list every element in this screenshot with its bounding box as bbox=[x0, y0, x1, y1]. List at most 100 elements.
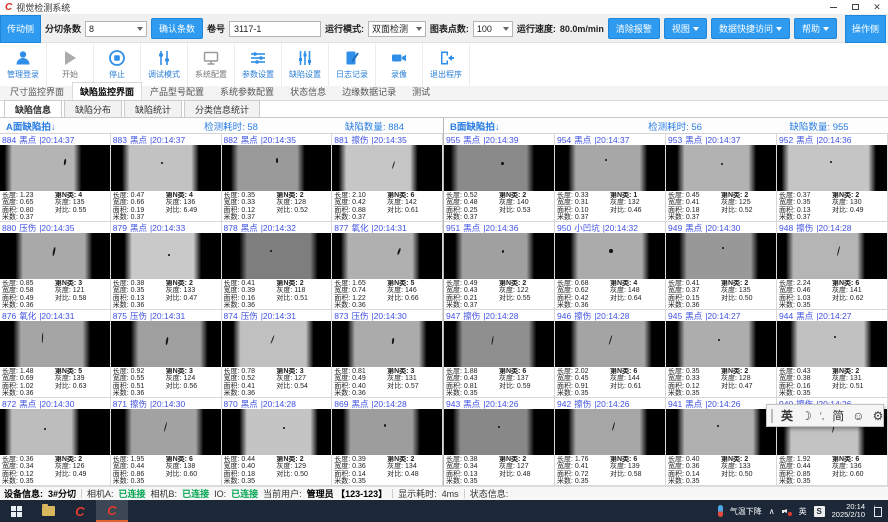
ime-drag-handle[interactable] bbox=[771, 409, 773, 423]
language-indicator[interactable]: 英 bbox=[799, 506, 807, 517]
defect-cell[interactable]: 869 黑点 |20:14:28 长度: 0.39 宽度: 0.36 面积: 0… bbox=[332, 398, 443, 486]
tab-status-info[interactable]: 状态信息 bbox=[282, 82, 334, 100]
defect-image[interactable] bbox=[666, 321, 776, 367]
defect-cell[interactable]: 954 黑点 |20:14:37 长度: 0.33 宽度: 0.31 面积: 0… bbox=[555, 134, 666, 222]
chevron-up-icon[interactable]: ∧ bbox=[769, 507, 775, 516]
thermometer-icon[interactable] bbox=[718, 505, 723, 517]
view-menu-button[interactable]: 视图 bbox=[664, 18, 707, 39]
defect-cell[interactable]: 949 黑点 |20:14:30 长度: 0.41 宽度: 0.37 面积: 0… bbox=[666, 222, 777, 310]
defect-cell[interactable]: 870 黑点 |20:14:28 长度: 0.44 宽度: 0.40 面积: 0… bbox=[222, 398, 333, 486]
defect-cell[interactable]: 879 黑点 |20:14:33 长度: 0.38 宽度: 0.35 面积: 0… bbox=[111, 222, 222, 310]
defect-image[interactable] bbox=[332, 233, 442, 279]
defect-image[interactable] bbox=[332, 409, 442, 455]
ime-english-toggle[interactable]: 英 bbox=[781, 409, 793, 423]
defect-image[interactable] bbox=[222, 409, 332, 455]
speaker-icon[interactable] bbox=[782, 507, 792, 516]
defect-image[interactable] bbox=[0, 233, 110, 279]
gear-icon[interactable]: ⚙ bbox=[873, 409, 884, 423]
defect-image[interactable] bbox=[444, 145, 554, 191]
debug-mode-button[interactable]: 调试模式 bbox=[141, 43, 188, 86]
subtab-defect-distribution[interactable]: 缺陷分布 bbox=[64, 100, 122, 117]
emoji-icon[interactable]: ☺ bbox=[852, 409, 864, 423]
log-record-button[interactable]: 日志记录 bbox=[329, 43, 376, 86]
defect-cell[interactable]: 874 压伤 |20:14:31 长度: 0.78 宽度: 0.52 面积: 0… bbox=[222, 310, 333, 398]
defect-image[interactable] bbox=[0, 321, 110, 367]
defect-cell[interactable]: 943 黑点 |20:14:26 长度: 0.38 宽度: 0.34 面积: 0… bbox=[444, 398, 555, 486]
defect-image[interactable] bbox=[332, 321, 442, 367]
defect-image[interactable] bbox=[666, 233, 776, 279]
system-config-button[interactable]: 系统配置 bbox=[188, 43, 235, 86]
defect-cell[interactable]: 952 黑点 |20:14:36 长度: 0.37 宽度: 0.35 面积: 0… bbox=[777, 134, 888, 222]
defect-image[interactable] bbox=[332, 145, 442, 191]
defect-cell[interactable]: 950 小凹坑 |20:14:32 长度: 0.68 宽度: 0.62 面积: … bbox=[555, 222, 666, 310]
defect-cell[interactable]: 872 黑点 |20:14:30 长度: 0.36 宽度: 0.34 面积: 0… bbox=[0, 398, 111, 486]
run-mode-select[interactable]: 双面检测 bbox=[368, 21, 426, 37]
defect-image[interactable] bbox=[222, 233, 332, 279]
clear-alarm-button[interactable]: 清除报警 bbox=[608, 18, 660, 39]
tab-system-param-config[interactable]: 系统参数配置 bbox=[212, 82, 282, 100]
defect-settings-button[interactable]: 缺陷设置 bbox=[282, 43, 329, 86]
defect-image[interactable] bbox=[111, 409, 221, 455]
maximize-button[interactable] bbox=[844, 0, 866, 14]
defect-cell[interactable]: 942 擦伤 |20:14:26 长度: 1.76 宽度: 0.41 面积: 0… bbox=[555, 398, 666, 486]
defect-cell[interactable]: 882 黑点 |20:14:35 长度: 0.35 宽度: 0.33 面积: 0… bbox=[222, 134, 333, 222]
chart-points-select[interactable]: 100 bbox=[473, 21, 513, 37]
defect-image[interactable] bbox=[0, 145, 110, 191]
tab-defect-monitor[interactable]: 缺陷监控界面 bbox=[72, 82, 142, 100]
defect-image[interactable] bbox=[444, 409, 554, 455]
defect-image[interactable] bbox=[444, 233, 554, 279]
data-quick-access-button[interactable]: 数据快捷访问 bbox=[711, 18, 790, 39]
defect-image[interactable] bbox=[444, 321, 554, 367]
defect-cell[interactable]: 873 压伤 |20:14:30 长度: 0.81 宽度: 0.49 面积: 0… bbox=[332, 310, 443, 398]
defect-image[interactable] bbox=[0, 409, 110, 455]
taskbar-clock[interactable]: 20:14 2025/2/10 bbox=[832, 503, 865, 520]
ime-simplified-toggle[interactable]: 简 bbox=[832, 409, 844, 423]
defect-cell[interactable]: 941 黑点 |20:14:26 长度: 0.40 宽度: 0.36 面积: 0… bbox=[666, 398, 777, 486]
defect-image[interactable] bbox=[111, 233, 221, 279]
defect-cell[interactable]: 878 黑点 |20:14:32 长度: 0.41 宽度: 0.39 面积: 0… bbox=[222, 222, 333, 310]
defect-cell[interactable]: 955 黑点 |20:14:39 长度: 0.52 宽度: 0.48 面积: 0… bbox=[444, 134, 555, 222]
defect-image[interactable] bbox=[666, 145, 776, 191]
param-settings-button[interactable]: 参数设置 bbox=[235, 43, 282, 86]
defect-cell[interactable]: 946 擦伤 |20:14:28 长度: 2.02 宽度: 0.45 面积: 0… bbox=[555, 310, 666, 398]
defect-cell[interactable]: 953 黑点 |20:14:37 长度: 0.45 宽度: 0.41 面积: 0… bbox=[666, 134, 777, 222]
defect-cell[interactable]: 877 氧化 |20:14:31 长度: 1.65 宽度: 0.74 面积: 1… bbox=[332, 222, 443, 310]
record-video-button[interactable]: 录像 bbox=[376, 43, 423, 86]
defect-image[interactable] bbox=[222, 321, 332, 367]
tab-edge-data-record[interactable]: 边缘数据记录 bbox=[334, 82, 404, 100]
start-button[interactable] bbox=[0, 500, 32, 522]
help-menu-button[interactable]: 帮助 bbox=[794, 18, 837, 39]
tab-product-model-config[interactable]: 产品型号配置 bbox=[142, 82, 212, 100]
admin-login-button[interactable]: 管理登录 bbox=[0, 43, 47, 86]
defect-image[interactable] bbox=[111, 321, 221, 367]
slit-count-select[interactable]: 8 bbox=[85, 21, 147, 37]
defect-image[interactable] bbox=[111, 145, 221, 191]
defect-cell[interactable]: 948 擦伤 |20:14:28 长度: 2.24 宽度: 0.46 面积: 1… bbox=[777, 222, 888, 310]
stop-button[interactable]: 停止 bbox=[94, 43, 141, 86]
app-shortcut-1[interactable]: C bbox=[64, 500, 96, 522]
ime-toolbar[interactable]: 英 ☽ ’, 简 ☺ ⚙ bbox=[766, 404, 884, 427]
ime-tray-icon[interactable]: S bbox=[814, 506, 825, 517]
defect-cell[interactable]: 945 黑点 |20:14:27 长度: 0.35 宽度: 0.33 面积: 0… bbox=[666, 310, 777, 398]
defect-cell[interactable]: 944 黑点 |20:14:27 长度: 0.43 宽度: 0.38 面积: 0… bbox=[777, 310, 888, 398]
defect-image[interactable] bbox=[555, 321, 665, 367]
defect-cell[interactable]: 947 擦伤 |20:14:28 长度: 1.88 宽度: 0.43 面积: 0… bbox=[444, 310, 555, 398]
tab-test[interactable]: 测试 bbox=[404, 82, 438, 100]
close-button[interactable]: ✕ bbox=[866, 0, 888, 14]
moon-icon[interactable]: ☽ bbox=[801, 409, 812, 423]
defect-cell[interactable]: 884 黑点 |20:14:37 长度: 1.23 宽度: 0.65 面积: 0… bbox=[0, 134, 111, 222]
tab-size-monitor[interactable]: 尺寸监控界面 bbox=[2, 82, 72, 100]
defect-cell[interactable]: 883 黑点 |20:14:37 长度: 0.47 宽度: 0.66 面积: 0… bbox=[111, 134, 222, 222]
defect-cell[interactable]: 881 擦伤 |20:14:35 长度: 2.10 宽度: 0.42 面积: 0… bbox=[332, 134, 443, 222]
defect-cell[interactable]: 880 压伤 |20:14:35 长度: 0.85 宽度: 0.58 面积: 0… bbox=[0, 222, 111, 310]
defect-image[interactable] bbox=[666, 409, 776, 455]
defect-image[interactable] bbox=[555, 145, 665, 191]
defect-image[interactable] bbox=[777, 321, 887, 367]
drive-side-button[interactable]: 传动侧 bbox=[0, 15, 41, 43]
subtab-defect-info[interactable]: 缺陷信息 bbox=[4, 100, 62, 117]
subtab-class-info-statistics[interactable]: 分类信息统计 bbox=[184, 100, 260, 117]
defect-cell[interactable]: 871 擦伤 |20:14:30 长度: 1.95 宽度: 0.44 面积: 0… bbox=[111, 398, 222, 486]
defect-cell[interactable]: 875 压伤 |20:14:31 长度: 0.92 宽度: 0.55 面积: 0… bbox=[111, 310, 222, 398]
start-button[interactable]: 开始 bbox=[47, 43, 94, 86]
exit-program-button[interactable]: 退出程序 bbox=[423, 43, 470, 86]
